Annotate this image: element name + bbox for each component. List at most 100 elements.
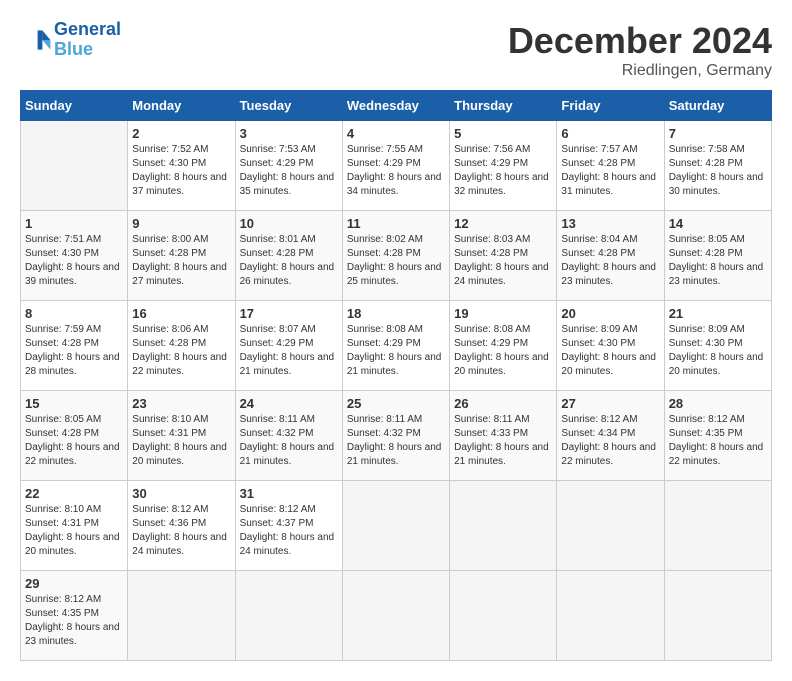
- weekday-header-row: Sunday Monday Tuesday Wednesday Thursday…: [21, 91, 772, 121]
- day-info: Sunrise: 7:52 AMSunset: 4:30 PMDaylight:…: [132, 143, 230, 199]
- table-row: 4 Sunrise: 7:55 AMSunset: 4:29 PMDaylight…: [342, 121, 449, 211]
- calendar-table: Sunday Monday Tuesday Wednesday Thursday…: [20, 90, 772, 661]
- calendar-row: 15 Sunrise: 8:05 AMSunset: 4:28 PMDayligh…: [21, 391, 772, 481]
- table-row: [235, 571, 342, 661]
- table-row: [128, 571, 235, 661]
- calendar-row: 22Sunrise: 8:10 AMSunset: 4:31 PMDayligh…: [21, 481, 772, 571]
- location: Riedlingen, Germany: [508, 62, 772, 80]
- day-number: 27: [561, 396, 659, 411]
- table-row: [557, 571, 664, 661]
- day-number: 4: [347, 126, 445, 141]
- table-row: 16Sunrise: 8:06 AMSunset: 4:28 PMDayligh…: [128, 301, 235, 391]
- table-row: 23Sunrise: 8:10 AMSunset: 4:31 PMDayligh…: [128, 391, 235, 481]
- table-row: 30 Sunrise: 8:12 AMSunset: 4:36 PMDayligh…: [128, 481, 235, 571]
- table-row: 21 Sunrise: 8:09 AMSunset: 4:30 PMDayligh…: [664, 301, 771, 391]
- table-row: 12 Sunrise: 8:03 AMSunset: 4:28 PMDayligh…: [450, 211, 557, 301]
- table-row: 2Sunrise: 7:52 AMSunset: 4:30 PMDaylight…: [128, 121, 235, 211]
- header-tuesday: Tuesday: [235, 91, 342, 121]
- table-row: 29Sunrise: 8:12 AMSunset: 4:35 PMDayligh…: [21, 571, 128, 661]
- header-friday: Friday: [557, 91, 664, 121]
- header-wednesday: Wednesday: [342, 91, 449, 121]
- day-info: Sunrise: 7:55 AMSunset: 4:29 PMDaylight:…: [347, 143, 445, 199]
- day-number: 14: [669, 216, 767, 231]
- header-thursday: Thursday: [450, 91, 557, 121]
- logo-general: General: [54, 19, 121, 39]
- logo-blue: Blue: [54, 39, 93, 59]
- day-number: 30: [132, 486, 230, 501]
- day-info: Sunrise: 8:01 AMSunset: 4:28 PMDaylight:…: [240, 233, 338, 289]
- table-row: 18 Sunrise: 8:08 AMSunset: 4:29 PMDayligh…: [342, 301, 449, 391]
- table-row: 7Sunrise: 7:58 AMSunset: 4:28 PMDaylight…: [664, 121, 771, 211]
- page-header: General Blue December 2024 Riedlingen, G…: [20, 20, 772, 80]
- table-row: 27 Sunrise: 8:12 AMSunset: 4:34 PMDayligh…: [557, 391, 664, 481]
- day-info: Sunrise: 7:53 AMSunset: 4:29 PMDaylight:…: [240, 143, 338, 199]
- table-row: 25 Sunrise: 8:11 AMSunset: 4:32 PMDayligh…: [342, 391, 449, 481]
- day-number: 3: [240, 126, 338, 141]
- table-row: [450, 571, 557, 661]
- table-row: [342, 481, 449, 571]
- day-info: Sunrise: 7:59 AMSunset: 4:28 PMDaylight:…: [25, 323, 123, 379]
- logo-icon: [20, 24, 52, 56]
- logo-text: General Blue: [54, 20, 121, 60]
- table-row: 24Sunrise: 8:11 AMSunset: 4:32 PMDayligh…: [235, 391, 342, 481]
- day-number: 26: [454, 396, 552, 411]
- month-title: December 2024: [508, 20, 772, 62]
- day-number: 25: [347, 396, 445, 411]
- header-monday: Monday: [128, 91, 235, 121]
- day-number: 11: [347, 216, 445, 231]
- day-number: 29: [25, 576, 123, 591]
- day-info: Sunrise: 8:11 AMSunset: 4:32 PMDaylight:…: [240, 413, 338, 469]
- day-info: Sunrise: 8:12 AMSunset: 4:36 PMDaylight:…: [132, 503, 230, 559]
- day-number: 16: [132, 306, 230, 321]
- day-info: Sunrise: 8:09 AMSunset: 4:30 PMDaylight:…: [561, 323, 659, 379]
- day-info: Sunrise: 8:12 AMSunset: 4:34 PMDaylight:…: [561, 413, 659, 469]
- day-number: 9: [132, 216, 230, 231]
- day-number: 12: [454, 216, 552, 231]
- day-number: 6: [561, 126, 659, 141]
- table-row: [664, 481, 771, 571]
- day-number: 8: [25, 306, 123, 321]
- day-number: 19: [454, 306, 552, 321]
- day-info: Sunrise: 8:08 AMSunset: 4:29 PMDaylight:…: [347, 323, 445, 379]
- table-row: 19 Sunrise: 8:08 AMSunset: 4:29 PMDayligh…: [450, 301, 557, 391]
- table-row: 31Sunrise: 8:12 AMSunset: 4:37 PMDayligh…: [235, 481, 342, 571]
- table-row: 26 Sunrise: 8:11 AMSunset: 4:33 PMDayligh…: [450, 391, 557, 481]
- day-info: Sunrise: 8:03 AMSunset: 4:28 PMDaylight:…: [454, 233, 552, 289]
- day-number: 10: [240, 216, 338, 231]
- table-row: [21, 121, 128, 211]
- day-number: 21: [669, 306, 767, 321]
- day-info: Sunrise: 8:12 AMSunset: 4:35 PMDaylight:…: [669, 413, 767, 469]
- table-row: 9Sunrise: 8:00 AMSunset: 4:28 PMDaylight…: [128, 211, 235, 301]
- header-sunday: Sunday: [21, 91, 128, 121]
- table-row: [450, 481, 557, 571]
- title-block: December 2024 Riedlingen, Germany: [508, 20, 772, 80]
- day-number: 28: [669, 396, 767, 411]
- day-info: Sunrise: 8:08 AMSunset: 4:29 PMDaylight:…: [454, 323, 552, 379]
- day-info: Sunrise: 8:10 AMSunset: 4:31 PMDaylight:…: [25, 503, 123, 559]
- table-row: 6Sunrise: 7:57 AMSunset: 4:28 PMDaylight…: [557, 121, 664, 211]
- day-number: 7: [669, 126, 767, 141]
- day-info: Sunrise: 8:02 AMSunset: 4:28 PMDaylight:…: [347, 233, 445, 289]
- table-row: [342, 571, 449, 661]
- table-row: [557, 481, 664, 571]
- table-row: [664, 571, 771, 661]
- day-info: Sunrise: 8:07 AMSunset: 4:29 PMDaylight:…: [240, 323, 338, 379]
- day-info: Sunrise: 8:12 AMSunset: 4:37 PMDaylight:…: [240, 503, 338, 559]
- day-info: Sunrise: 8:05 AMSunset: 4:28 PMDaylight:…: [25, 413, 123, 469]
- day-info: Sunrise: 8:09 AMSunset: 4:30 PMDaylight:…: [669, 323, 767, 379]
- table-row: 28 Sunrise: 8:12 AMSunset: 4:35 PMDayligh…: [664, 391, 771, 481]
- day-info: Sunrise: 8:11 AMSunset: 4:33 PMDaylight:…: [454, 413, 552, 469]
- day-number: 15: [25, 396, 123, 411]
- table-row: 10 Sunrise: 8:01 AMSunset: 4:28 PMDayligh…: [235, 211, 342, 301]
- table-row: 13Sunrise: 8:04 AMSunset: 4:28 PMDayligh…: [557, 211, 664, 301]
- table-row: 11 Sunrise: 8:02 AMSunset: 4:28 PMDayligh…: [342, 211, 449, 301]
- table-row: 1Sunrise: 7:51 AMSunset: 4:30 PMDaylight…: [21, 211, 128, 301]
- day-number: 5: [454, 126, 552, 141]
- day-info: Sunrise: 8:11 AMSunset: 4:32 PMDaylight:…: [347, 413, 445, 469]
- day-number: 1: [25, 216, 123, 231]
- calendar-row: 29Sunrise: 8:12 AMSunset: 4:35 PMDayligh…: [21, 571, 772, 661]
- day-number: 18: [347, 306, 445, 321]
- table-row: 3 Sunrise: 7:53 AMSunset: 4:29 PMDaylight…: [235, 121, 342, 211]
- header-saturday: Saturday: [664, 91, 771, 121]
- table-row: 14Sunrise: 8:05 AMSunset: 4:28 PMDayligh…: [664, 211, 771, 301]
